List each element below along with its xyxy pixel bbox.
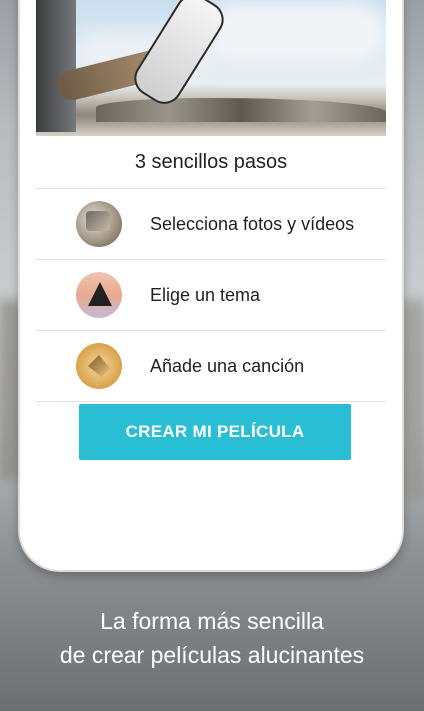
step-choose-theme[interactable]: Elige un tema [36, 260, 386, 331]
hero-rocks [96, 98, 386, 122]
steps-card: 3 sencillos pasos Selecciona fotos y víd… [36, 136, 386, 502]
theme-thumbnail-icon [76, 272, 122, 318]
create-movie-button[interactable]: CREAR MI PELÍCULA [79, 404, 351, 460]
step-select-photos[interactable]: Selecciona fotos y vídeos [36, 189, 386, 260]
steps-title: 3 sencillos pasos [36, 136, 386, 189]
tagline-line-1: La forma más sencilla [100, 608, 324, 634]
hero-image [36, 0, 386, 136]
cta-area: CREAR MI PELÍCULA [36, 384, 386, 502]
phone-screen: 3 sencillos pasos Selecciona fotos y víd… [36, 0, 386, 502]
hero-cloud [206, 2, 386, 62]
tagline: La forma más sencilla de crear películas… [0, 604, 424, 672]
phone-mockup: 3 sencillos pasos Selecciona fotos y víd… [18, 0, 404, 572]
step-label: Elige un tema [150, 284, 261, 305]
photos-thumbnail-icon [76, 201, 122, 247]
step-label: Añade una canción [150, 355, 305, 376]
step-label: Selecciona fotos y vídeos [150, 213, 355, 234]
hero-car-door [36, 0, 76, 132]
song-thumbnail-icon [76, 343, 122, 389]
tagline-line-2: de crear películas alucinantes [59, 642, 365, 668]
